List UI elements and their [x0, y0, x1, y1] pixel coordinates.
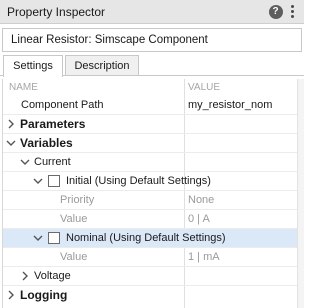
- initial-value-field: 0 | A: [188, 213, 210, 225]
- help-icon: ?: [268, 4, 283, 19]
- initial-checkbox[interactable]: [48, 175, 60, 187]
- variables-label: Variables: [20, 136, 73, 150]
- component-header: Linear Resistor: Simscape Component: [2, 28, 302, 52]
- window-title: Property Inspector: [7, 5, 106, 19]
- property-grid: NAME VALUE Component Path my_resistor_no…: [2, 79, 297, 308]
- value-column-header: VALUE: [188, 82, 221, 93]
- nominal-row[interactable]: Nominal (Using Default Settings): [3, 229, 297, 248]
- component-path-row: Component Path my_resistor_nom: [3, 96, 297, 115]
- nominal-label: Nominal (Using Default Settings): [66, 232, 226, 244]
- voltage-row[interactable]: Voltage: [3, 267, 297, 286]
- nominal-checkbox[interactable]: [48, 232, 60, 244]
- chevron-right-icon[interactable]: [20, 271, 30, 281]
- parameters-row[interactable]: Parameters: [3, 115, 297, 134]
- component-path-label: Component Path: [21, 99, 104, 111]
- current-row[interactable]: Current: [3, 153, 297, 172]
- chevron-down-icon[interactable]: [6, 138, 16, 148]
- logging-label: Logging: [20, 288, 68, 302]
- priority-value: None: [188, 194, 215, 206]
- name-column-header: NAME: [9, 82, 38, 93]
- logging-row[interactable]: Logging: [3, 286, 297, 305]
- help-button[interactable]: ?: [268, 4, 283, 19]
- component-title: Linear Resistor: Simscape Component: [11, 34, 208, 46]
- tab-settings[interactable]: Settings: [3, 55, 63, 77]
- chevron-right-icon[interactable]: [6, 119, 16, 129]
- priority-row: Priority None: [3, 191, 297, 210]
- vertical-scrollbar[interactable]: [297, 79, 304, 308]
- more-options-icon: [291, 5, 294, 8]
- priority-label: Priority: [60, 194, 95, 206]
- initial-row[interactable]: Initial (Using Default Settings): [3, 172, 297, 191]
- variables-row[interactable]: Variables: [3, 134, 297, 153]
- title-bar: Property Inspector ?: [0, 0, 304, 24]
- initial-label: Initial (Using Default Settings): [66, 175, 211, 187]
- nominal-value-row: Value 1 | mA: [3, 248, 297, 267]
- tab-description[interactable]: Description: [65, 55, 139, 76]
- initial-value-row: Value 0 | A: [3, 210, 297, 229]
- voltage-label: Voltage: [34, 270, 71, 282]
- chevron-right-icon[interactable]: [6, 290, 16, 300]
- more-options-button[interactable]: [285, 4, 300, 19]
- nominal-value-label: Value: [60, 251, 88, 263]
- initial-value-label: Value: [60, 213, 88, 225]
- component-path-value[interactable]: my_resistor_nom: [188, 99, 272, 111]
- chevron-down-icon[interactable]: [33, 233, 43, 243]
- chevron-down-icon[interactable]: [33, 176, 43, 186]
- parameters-label: Parameters: [20, 117, 86, 131]
- chevron-down-icon[interactable]: [20, 157, 30, 167]
- nominal-value-field: 1 | mA: [188, 251, 220, 263]
- tab-strip: Settings Description: [0, 55, 304, 77]
- current-label: Current: [34, 156, 71, 168]
